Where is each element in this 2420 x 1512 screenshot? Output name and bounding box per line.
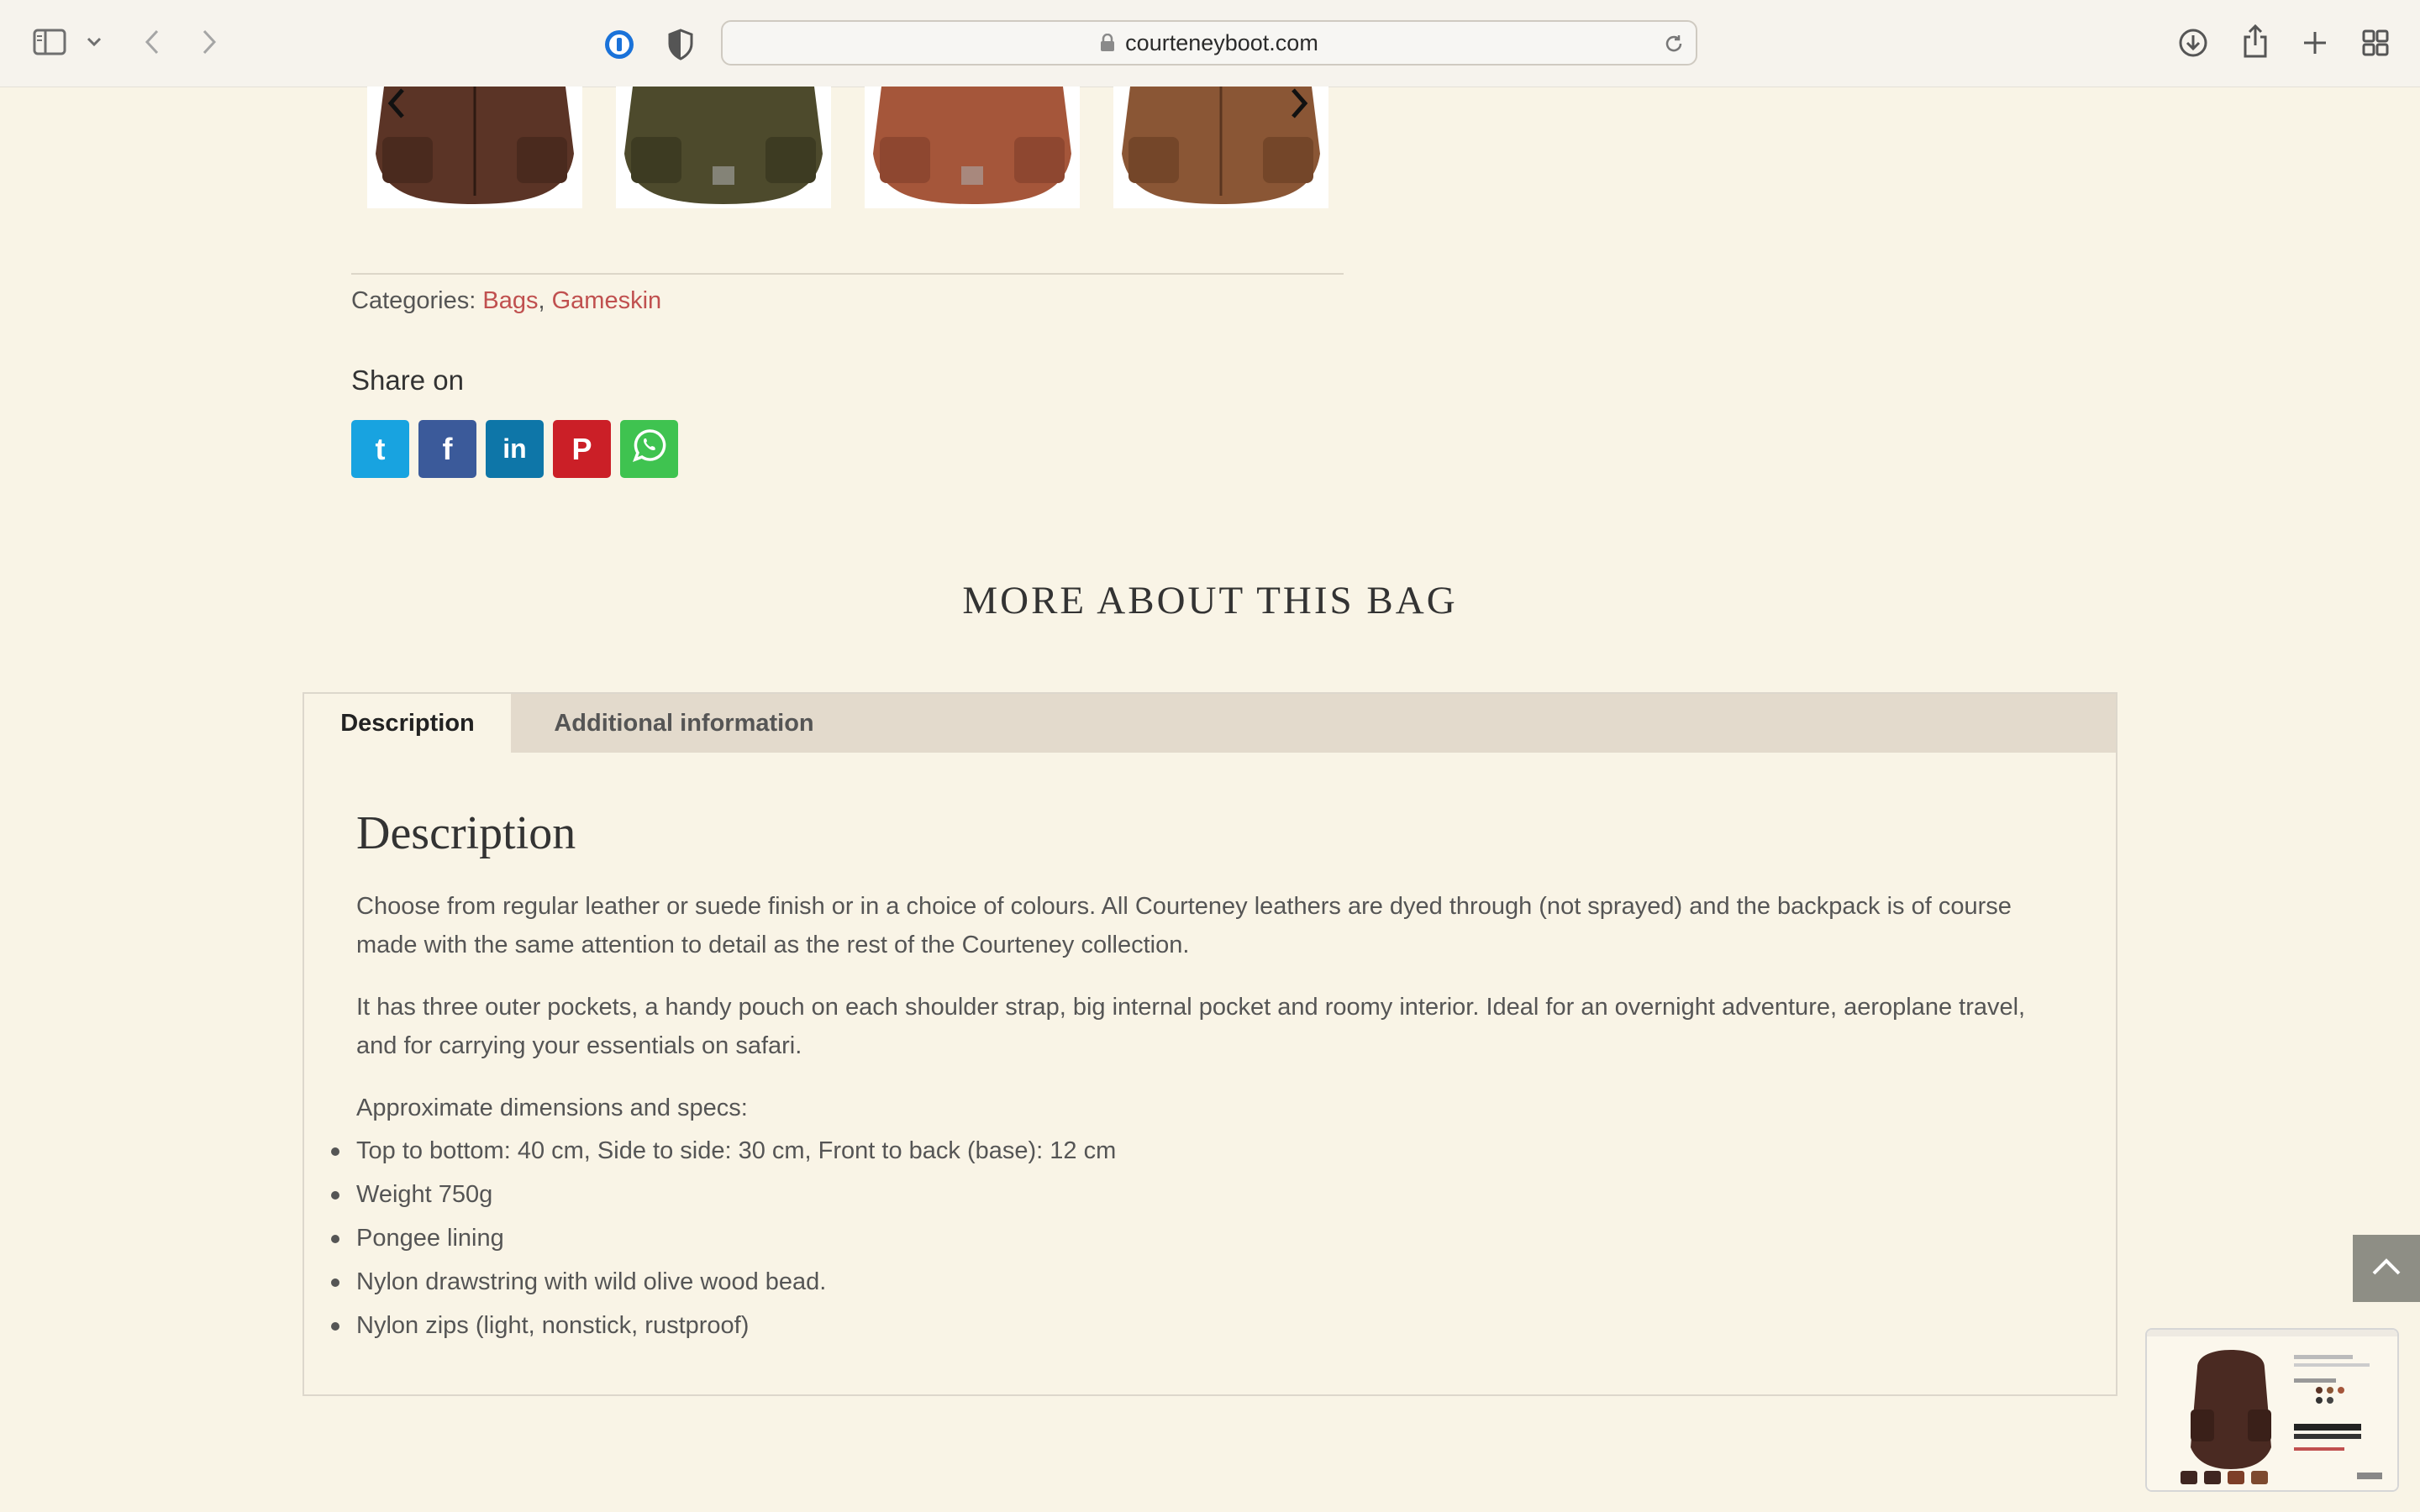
meta-divider: [351, 273, 1344, 275]
pinterest-icon: P: [571, 431, 592, 466]
share-linkedin-button[interactable]: in: [486, 420, 544, 478]
sidebar-toggle-icon[interactable]: [32, 27, 67, 57]
tumblr-icon: t: [375, 431, 386, 466]
facebook-icon: f: [442, 431, 453, 466]
product-thumbnail-olive-suede[interactable]: [616, 87, 831, 208]
chevron-up-icon: [2371, 1257, 2402, 1279]
back-icon[interactable]: [139, 27, 165, 57]
carousel-prev-arrow-icon[interactable]: [384, 87, 418, 120]
shield-icon[interactable]: [664, 27, 697, 62]
share-pinterest-button[interactable]: P: [553, 420, 611, 478]
backpack-preview-image: [2147, 1330, 2397, 1490]
list-item: Top to bottom: 40 cm, Side to side: 30 c…: [331, 1129, 2070, 1173]
linkedin-icon: in: [502, 433, 527, 464]
description-body: Choose from regular leather or suede fin…: [331, 887, 2070, 1347]
share-facebook-button[interactable]: f: [418, 420, 476, 478]
carousel-next-arrow-icon[interactable]: [1286, 87, 1320, 120]
back-to-top-button[interactable]: [2353, 1235, 2420, 1302]
product-categories: Categories: Bags, Gameskin: [351, 287, 662, 314]
forward-icon[interactable]: [197, 27, 222, 57]
specs-list: Top to bottom: 40 cm, Side to side: 30 c…: [331, 1129, 2070, 1347]
list-item: Nylon zips (light, nonstick, rustproof): [331, 1304, 2070, 1347]
product-tabs: Description Additional information Descr…: [302, 692, 2118, 1396]
description-paragraph-1: Choose from regular leather or suede fin…: [356, 893, 2012, 958]
list-item: Weight 750g: [331, 1173, 2070, 1216]
url-text: courteneyboot.com: [1125, 29, 1318, 55]
category-link-gameskin[interactable]: Gameskin: [552, 287, 662, 314]
new-tab-icon[interactable]: [2299, 27, 2331, 59]
window-preview-thumbnail[interactable]: [2145, 1328, 2399, 1492]
browser-toolbar: courteneyboot.com: [0, 0, 2420, 87]
share-buttons: t f in P: [351, 420, 678, 478]
tab-additional-information[interactable]: Additional information: [511, 694, 857, 753]
section-title: MORE ABOUT THIS BAG: [962, 579, 1458, 622]
description-heading: Description: [356, 807, 576, 859]
tab-description[interactable]: Description: [304, 694, 511, 753]
password-manager-icon[interactable]: [602, 27, 637, 62]
share-title: Share on: [351, 365, 464, 396]
specs-intro: Approximate dimensions and specs:: [356, 1095, 748, 1121]
category-link-bags[interactable]: Bags: [482, 287, 538, 314]
share-icon[interactable]: [2238, 22, 2272, 60]
whatsapp-icon: [632, 428, 667, 470]
list-item: Pongee lining: [331, 1216, 2070, 1260]
chevron-down-icon[interactable]: [84, 32, 104, 52]
categories-label: Categories:: [351, 287, 476, 314]
share-tumblr-button[interactable]: t: [351, 420, 409, 478]
share-whatsapp-button[interactable]: [620, 420, 678, 478]
downloads-icon[interactable]: [2176, 25, 2210, 60]
lock-icon: [1100, 33, 1115, 52]
reload-icon[interactable]: [1664, 34, 1684, 57]
description-paragraph-2: It has three outer pockets, a handy pouc…: [356, 994, 2026, 1059]
address-bar[interactable]: courteneyboot.com: [721, 20, 1697, 66]
product-thumbnail-tan-ostrich[interactable]: [865, 87, 1080, 208]
tab-overview-icon[interactable]: [2360, 27, 2391, 59]
list-item: Nylon drawstring with wild olive wood be…: [331, 1260, 2070, 1304]
